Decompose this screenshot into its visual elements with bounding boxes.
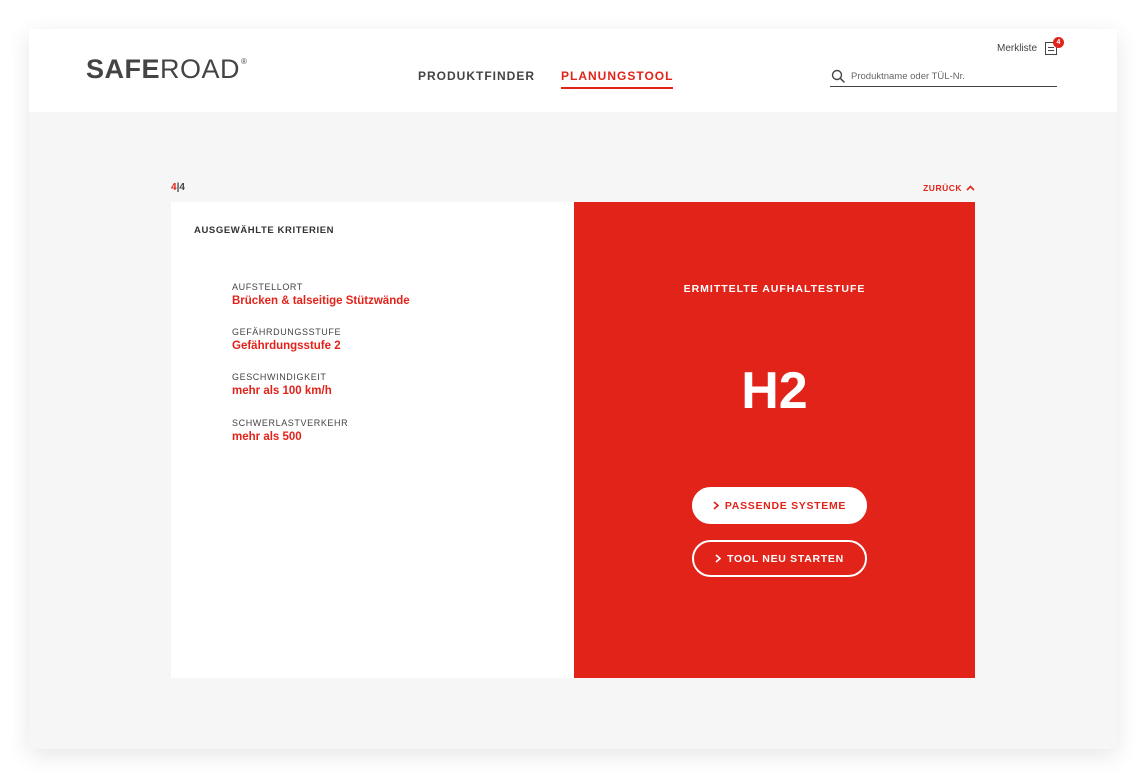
restart-tool-button[interactable]: TOOL NEU STARTEN (692, 540, 867, 577)
restart-tool-label: TOOL NEU STARTEN (727, 552, 844, 565)
result-title: ERMITTELTE AUFHALTESTUFE (683, 283, 866, 295)
search-icon[interactable] (831, 69, 845, 83)
search-input[interactable] (851, 67, 1051, 85)
criterion-value: Brücken & talseitige Stützwände (232, 295, 410, 307)
site-header: SAFEROAD® PRODUKTFINDER PLANUNGSTOOL Mer… (29, 29, 1117, 112)
watchlist-label[interactable]: Merkliste (997, 43, 1037, 54)
back-label: ZURÜCK (923, 183, 962, 193)
saferoad-logo[interactable]: SAFEROAD® (86, 56, 247, 83)
criterion-value: mehr als 100 km/h (232, 385, 332, 397)
criterion-label: GESCHWINDIGKEIT (232, 372, 327, 382)
criterion-geschwindigkeit: GESCHWINDIGKEIT mehr als 100 km/h (232, 373, 332, 398)
criterion-label: SCHWERLASTVERKEHR (232, 418, 349, 428)
criterion-value: Gefährdungsstufe 2 (232, 340, 341, 352)
result-value: H2 (741, 362, 808, 420)
nav-planungstool[interactable]: PLANUNGSTOOL (561, 70, 674, 89)
step-indicator: 4|4 (171, 183, 185, 193)
search-field[interactable] (830, 67, 1057, 87)
registered-mark: ® (241, 57, 248, 66)
criterion-aufstellort: AUFSTELLORT Brücken & talseitige Stützwä… (232, 283, 410, 308)
back-button[interactable]: ZURÜCK (923, 184, 975, 193)
criterion-label: AUFSTELLORT (232, 282, 303, 292)
chevron-right-icon (715, 554, 722, 563)
criterion-value: mehr als 500 (232, 431, 302, 443)
logo-text-bold: SAFE (86, 54, 161, 84)
watchlist-count-badge: 4 (1053, 37, 1064, 48)
selected-criteria-panel: AUSGEWÄHLTE KRITERIEN AUFSTELLORT Brücke… (171, 202, 574, 678)
matching-systems-button[interactable]: PASSENDE SYSTEME (692, 487, 867, 524)
criterion-label: GEFÄHRDUNGSSTUFE (232, 327, 342, 337)
logo-text-light: ROAD (160, 54, 241, 84)
nav-produktfinder[interactable]: PRODUKTFINDER (418, 70, 535, 82)
criterion-gefaehrdungsstufe: GEFÄHRDUNGSSTUFE Gefährdungsstufe 2 (232, 328, 341, 353)
result-panel: ERMITTELTE AUFHALTESTUFE H2 PASSENDE SYS… (574, 202, 975, 678)
matching-systems-label: PASSENDE SYSTEME (724, 499, 847, 512)
criterion-schwerlastverkehr: SCHWERLASTVERKEHR mehr als 500 (232, 419, 348, 444)
page-frame: SAFEROAD® PRODUKTFINDER PLANUNGSTOOL Mer… (29, 29, 1117, 749)
step-total: 4 (179, 182, 185, 193)
selected-criteria-title: AUSGEWÄHLTE KRITERIEN (194, 225, 335, 236)
chevron-right-icon (713, 501, 719, 510)
chevron-up-icon (966, 185, 975, 191)
